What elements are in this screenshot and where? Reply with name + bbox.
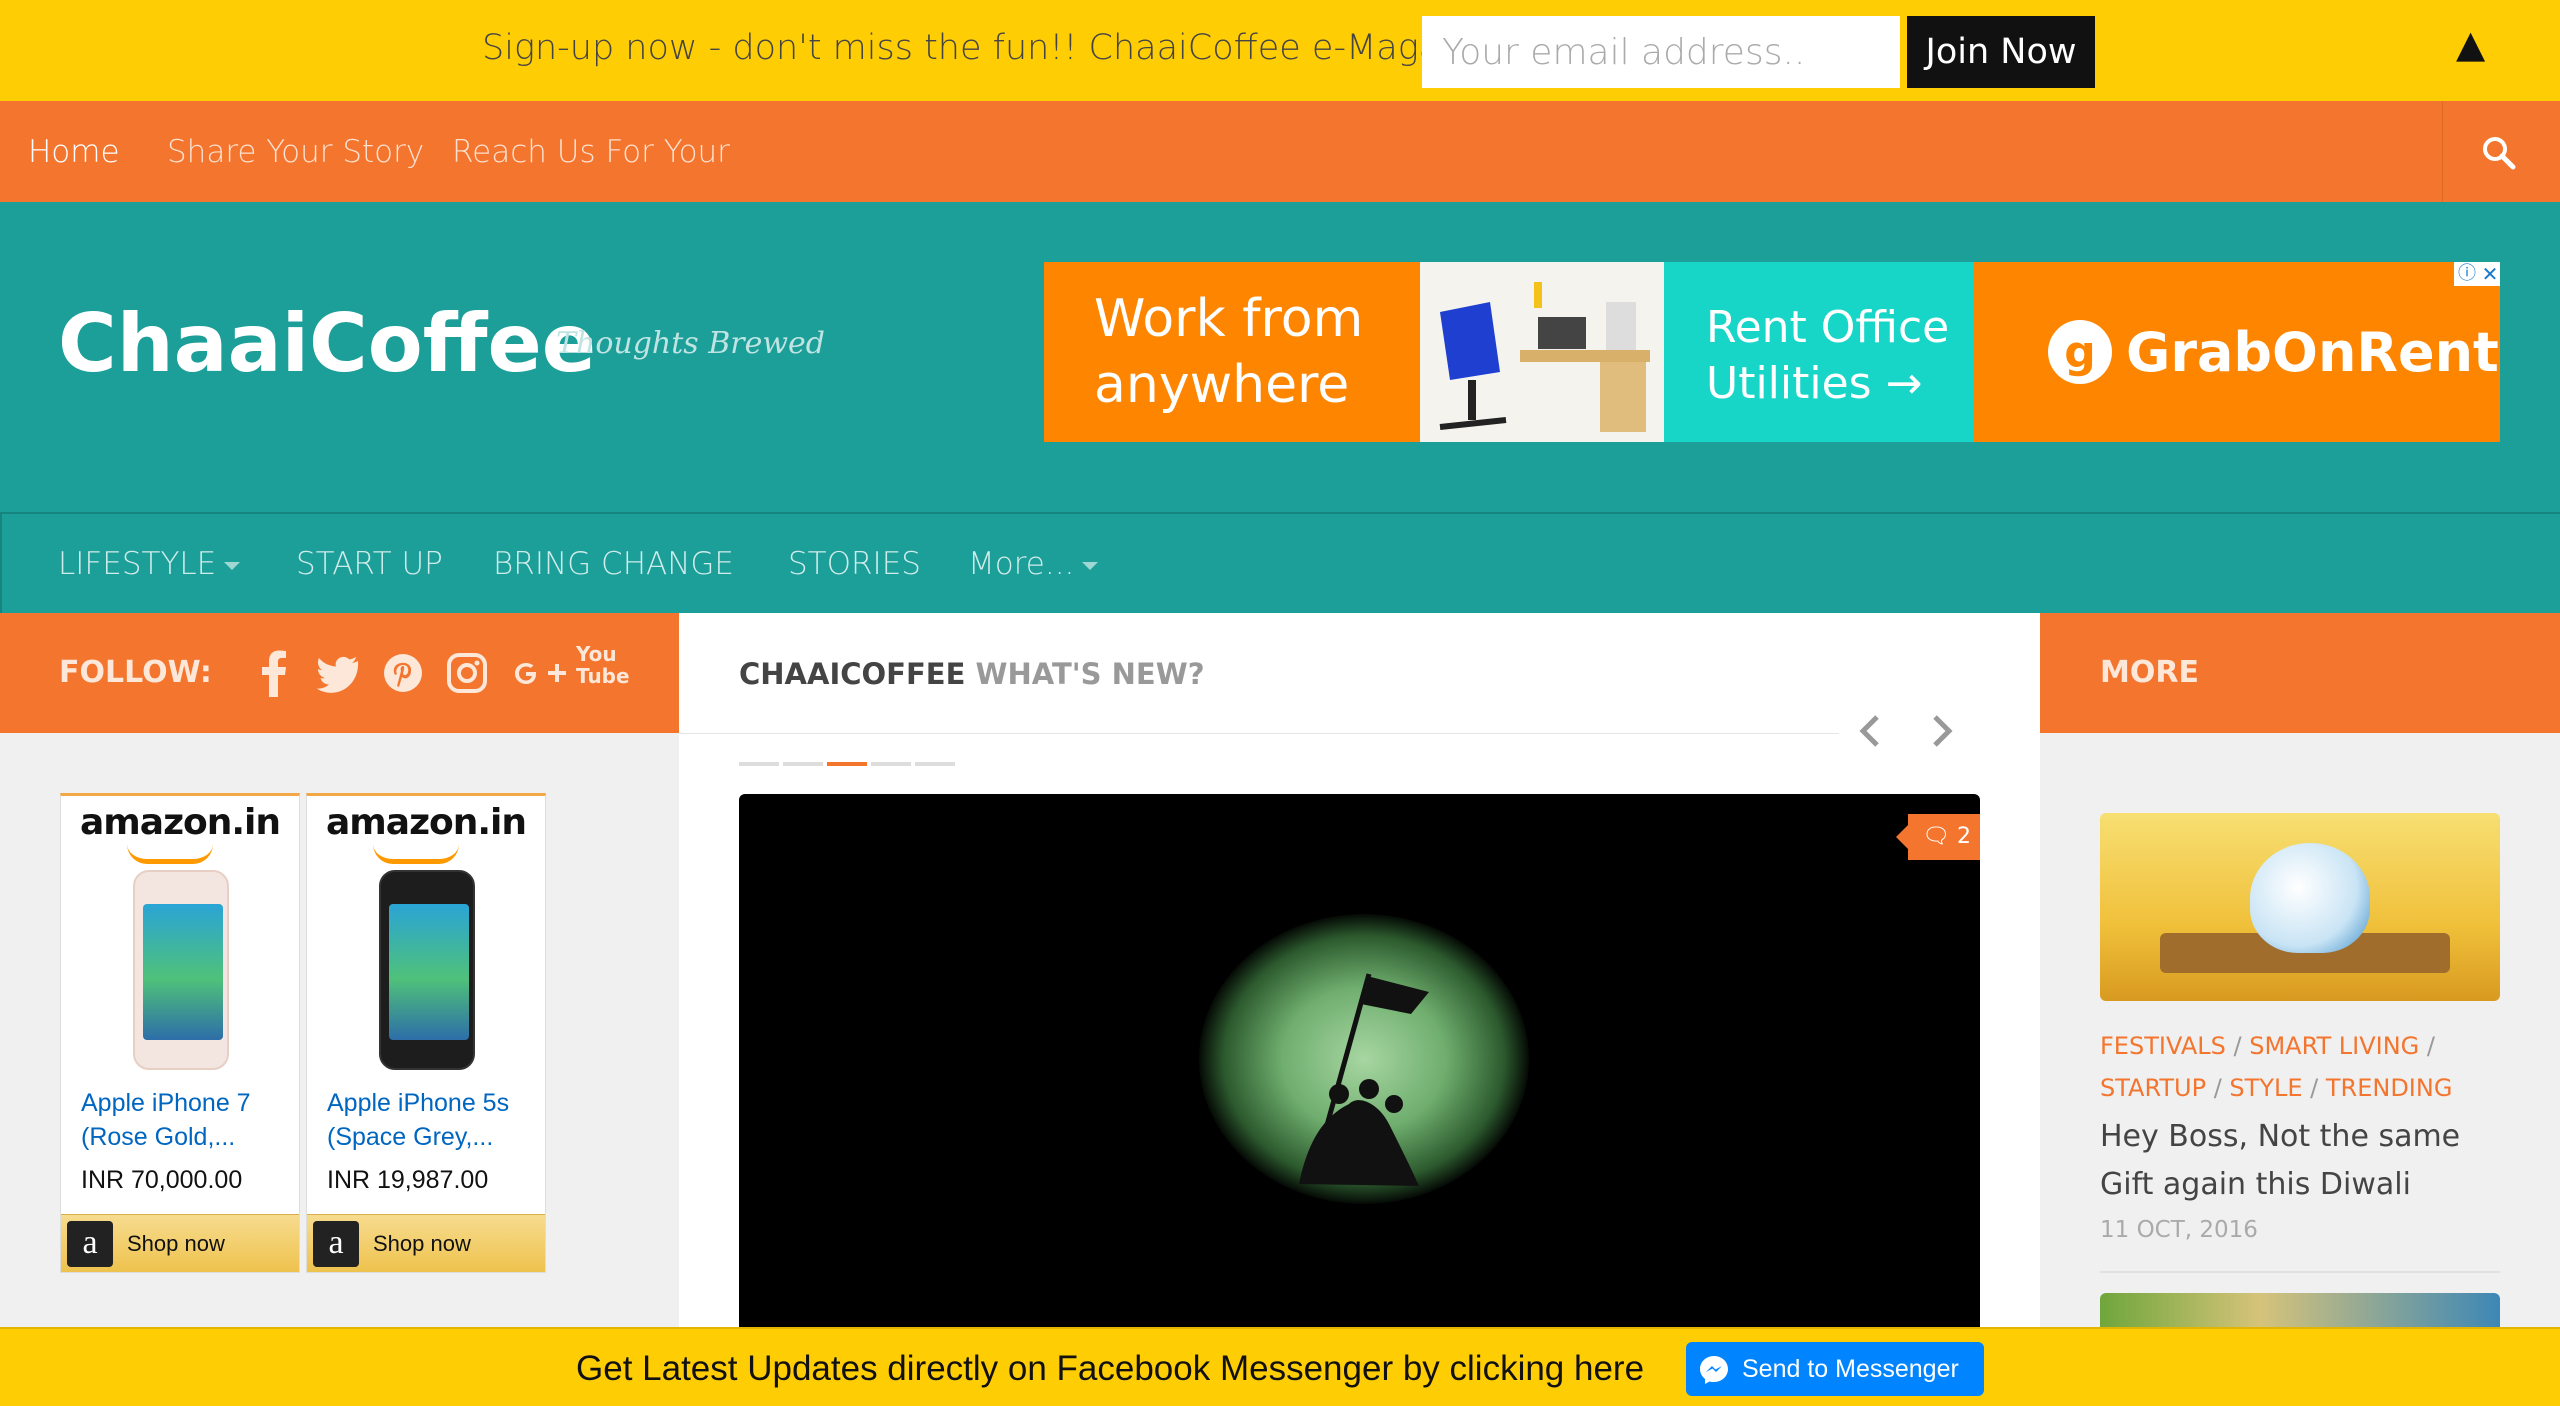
featured-image[interactable]: 🗨 2 [739, 794, 1980, 1327]
slider-dot-active[interactable] [827, 762, 867, 766]
collapse-arrow-icon[interactable]: ▲ [2456, 22, 2485, 66]
iphone-5s-image [379, 870, 475, 1070]
chevron-right-icon[interactable] [1919, 709, 1963, 753]
product-price: INR 19,987.00 [327, 1166, 489, 1194]
follow-label: FOLLOW: [59, 655, 212, 690]
comment-count: 2 [1956, 824, 1971, 849]
section-title-sub: WHAT'S NEW? [975, 657, 1205, 691]
divider [679, 733, 1839, 734]
messenger-icon [1700, 1356, 1728, 1384]
search-button[interactable] [2442, 101, 2560, 202]
cat-label: LIFESTYLE [58, 546, 217, 582]
signup-bar: Sign-up now - don't miss the fun!! Chaai… [0, 0, 2560, 101]
ad-cta: Rent Office Utilities → [1664, 262, 1974, 442]
chevron-left-icon[interactable] [1849, 709, 1893, 753]
amazon-logo: amazon.in [325, 802, 527, 843]
tag-style[interactable]: STYLE [2229, 1074, 2302, 1102]
follow-bar: FOLLOW: You Tube [0, 613, 679, 733]
cat-item-more[interactable]: More... [968, 546, 1099, 582]
nav-item-reach-us[interactable]: Reach Us For Your [452, 134, 730, 170]
top-nav: Home Share Your Story Reach Us For Your [0, 101, 2560, 202]
cat-label: More... [968, 546, 1075, 582]
cat-item-start-up[interactable]: START UP [296, 546, 443, 582]
facebook-icon[interactable] [258, 649, 290, 697]
search-icon [2483, 137, 2516, 170]
post-tags: FESTIVALS / SMART LIVING / STARTUP / STY… [2100, 1032, 2453, 1102]
ad-office-image [1420, 262, 1664, 442]
slider-dot[interactable] [783, 762, 823, 766]
post-title[interactable]: Hey Boss, Not the same Gift again this D… [2100, 1113, 2520, 1209]
site-header: ChaaiCoffee Thoughts Brewed Work from an… [0, 202, 2560, 512]
ad-brand-name: GrabOnRent [2126, 320, 2499, 384]
slider-dots [739, 762, 955, 766]
amazon-a-icon: a [67, 1221, 113, 1267]
pinterest-icon[interactable] [382, 649, 424, 697]
messenger-text: Get Latest Updates directly on Facebook … [576, 1349, 1645, 1388]
ad-brand: g GrabOnRent [1974, 262, 2500, 442]
graborent-logo-icon: g [2048, 320, 2112, 384]
shop-now-button[interactable]: a Shop now [307, 1214, 545, 1272]
comment-count-badge[interactable]: 🗨 2 [1896, 814, 1980, 860]
ad-banner[interactable]: Work from anywhere Rent Office Utilities… [1044, 262, 2500, 442]
email-input[interactable] [1422, 16, 1900, 88]
divider [2100, 1271, 2500, 1273]
flag-raising-silhouette [1299, 973, 1429, 1186]
iphone-7-image [133, 870, 229, 1070]
nav-item-share-your-story[interactable]: Share Your Story [167, 134, 424, 170]
tag-trending[interactable]: TRENDING [2326, 1074, 2453, 1102]
amazon-a-icon: a [313, 1221, 359, 1267]
product-title[interactable]: Apple iPhone 7 (Rose Gold,... [81, 1086, 291, 1154]
slider-dot[interactable] [915, 762, 955, 766]
amazon-logo: amazon.in [79, 802, 281, 843]
product-price: INR 70,000.00 [81, 1166, 243, 1194]
section-title-brand: CHAAICOFFEE [739, 657, 966, 691]
messenger-bar: Get Latest Updates directly on Facebook … [0, 1327, 2560, 1406]
section-title: CHAAICOFFEE WHAT'S NEW? [739, 657, 1205, 691]
slider-dot[interactable] [871, 762, 911, 766]
more-label: MORE [2100, 655, 2199, 690]
shop-now-label: Shop now [373, 1231, 471, 1256]
left-sidebar: amazon.in Apple iPhone 7 (Rose Gold,... … [0, 733, 679, 1327]
tag-festivals[interactable]: FESTIVALS [2100, 1032, 2226, 1060]
ad-headline: Work from anywhere [1044, 262, 1420, 442]
comment-icon: 🗨 [1922, 824, 1950, 849]
post-thumbnail[interactable] [2100, 813, 2500, 1001]
cat-item-bring-change[interactable]: BRING CHANGE [493, 546, 734, 582]
right-sidebar: FESTIVALS / SMART LIVING / STARTUP / STY… [2040, 733, 2560, 1333]
main-content: CHAAICOFFEE WHAT'S NEW? 🗨 2 [679, 613, 2040, 1327]
site-title[interactable]: ChaaiCoffee [58, 297, 596, 390]
chevron-down-icon [1082, 561, 1099, 570]
category-nav: LIFESTYLE START UP BRING CHANGE STORIES … [0, 512, 2560, 613]
cat-item-lifestyle[interactable]: LIFESTYLE [58, 546, 241, 582]
amazon-smile-icon [127, 844, 213, 864]
more-bar: MORE [2040, 613, 2560, 733]
twitter-icon[interactable] [316, 649, 360, 697]
site-tagline: Thoughts Brewed [556, 326, 826, 361]
send-to-messenger-button[interactable]: Send to Messenger [1686, 1342, 1984, 1396]
shop-now-button[interactable]: a Shop now [61, 1214, 299, 1272]
send-to-messenger-label: Send to Messenger [1742, 1354, 1959, 1383]
shop-now-label: Shop now [127, 1231, 225, 1256]
slider-dot[interactable] [739, 762, 779, 766]
tag-startup[interactable]: STARTUP [2100, 1074, 2206, 1102]
cat-item-stories[interactable]: STORIES [788, 546, 921, 582]
nav-item-home[interactable]: Home [28, 134, 120, 170]
product-card[interactable]: amazon.in Apple iPhone 7 (Rose Gold,... … [60, 793, 300, 1273]
ad-info-icon[interactable]: ⓘ [2454, 262, 2480, 286]
ad-close-icon[interactable]: ✕ [2480, 262, 2500, 286]
join-now-button[interactable]: Join Now [1907, 16, 2095, 88]
google-plus-icon[interactable] [506, 649, 570, 697]
signup-text: Sign-up now - don't miss the fun!! Chaai… [482, 28, 1512, 68]
product-title[interactable]: Apple iPhone 5s (Space Grey,... [327, 1086, 537, 1154]
youtube-icon[interactable]: You Tube [576, 643, 630, 687]
amazon-smile-icon [373, 844, 459, 864]
chevron-down-icon [224, 561, 241, 570]
tag-smart-living[interactable]: SMART LIVING [2249, 1032, 2419, 1060]
product-card[interactable]: amazon.in Apple iPhone 5s (Space Grey,..… [306, 793, 546, 1273]
post-date: 11 OCT, 2016 [2100, 1217, 2258, 1243]
instagram-icon[interactable] [446, 649, 488, 697]
